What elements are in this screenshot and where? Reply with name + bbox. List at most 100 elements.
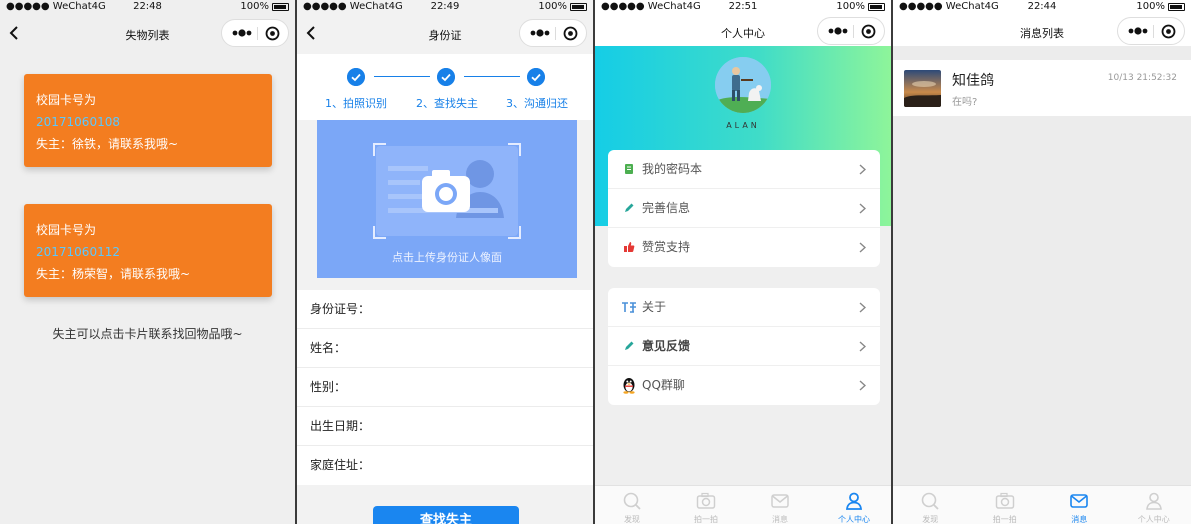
battery-icon bbox=[272, 3, 289, 11]
menu-item-label: 赞赏支持 bbox=[642, 240, 691, 254]
discover-icon bbox=[921, 492, 939, 510]
tab-messages[interactable]: 消息 bbox=[743, 486, 817, 524]
contact-name: 知佳鸽 bbox=[952, 73, 994, 89]
contact-hint: 失主可以点击卡片联系找回物品哦~ bbox=[52, 327, 243, 341]
message-icon bbox=[771, 494, 789, 508]
card-owner: 失主：徐铁，请联系我哦~ bbox=[36, 137, 179, 151]
message-preview: 在吗? bbox=[952, 97, 978, 108]
status-bar: ●●●●● WeChat4G 22:44 100% bbox=[893, 0, 1191, 14]
sunset-photo-icon bbox=[904, 70, 941, 107]
check-icon bbox=[437, 68, 455, 86]
gender-field[interactable]: 性别： bbox=[297, 368, 593, 407]
check-icon bbox=[347, 68, 365, 86]
tab-camera[interactable]: 拍一拍 bbox=[669, 486, 743, 524]
person-icon bbox=[846, 492, 862, 510]
chevron-right-icon bbox=[859, 203, 866, 214]
message-icon bbox=[1070, 494, 1089, 508]
chevron-right-icon bbox=[859, 302, 866, 313]
tab-profile[interactable]: 个人中心 bbox=[817, 486, 891, 524]
lost-item-card[interactable]: 校园卡号为 20171060112 失主：杨荣智，请联系我哦~ bbox=[24, 204, 272, 297]
message-time: 10/13 21:52:32 bbox=[1107, 73, 1177, 83]
menu-item-label: 关于 bbox=[642, 300, 667, 314]
menu-item-donate[interactable]: 赞赏支持 bbox=[608, 228, 880, 267]
more-dots-icon[interactable] bbox=[1127, 25, 1149, 37]
tab-discover[interactable]: 发现 bbox=[893, 486, 968, 524]
chevron-right-icon bbox=[859, 380, 866, 391]
battery-percent: 100% bbox=[538, 1, 567, 12]
tab-label: 消息 bbox=[1071, 515, 1088, 524]
nav-bar: 身份证 bbox=[297, 14, 593, 54]
battery-icon bbox=[1168, 3, 1185, 11]
tab-bar: 发现 拍一拍 消息 个人中心 bbox=[893, 485, 1191, 524]
status-bar: ●●●●● WeChat4G 22:49 100% bbox=[297, 0, 593, 14]
tab-label: 拍一拍 bbox=[992, 515, 1017, 524]
pencil-icon bbox=[625, 341, 634, 350]
card-heading: 校园卡号为 bbox=[36, 223, 97, 237]
birthdate-field[interactable]: 出生日期： bbox=[297, 407, 593, 446]
step-connector bbox=[374, 76, 430, 77]
mini-program-capsule bbox=[1117, 17, 1185, 45]
capsule-divider bbox=[257, 27, 258, 40]
id-info-form: 身份证号： 姓名： 性别： 出生日期： 家庭住址： bbox=[297, 290, 593, 485]
list-item[interactable]: 知佳鸽 在吗? 10/13 21:52:32 bbox=[893, 60, 1191, 116]
tab-camera[interactable]: 拍一拍 bbox=[968, 486, 1043, 524]
more-dots-icon[interactable] bbox=[231, 27, 253, 39]
tab-label: 拍一拍 bbox=[694, 515, 718, 524]
discover-icon bbox=[623, 492, 641, 510]
menu-item-password-book[interactable]: 我的密码本 bbox=[608, 150, 880, 189]
tab-label: 发现 bbox=[922, 515, 939, 524]
profile-screen: ●●●●● WeChat4G 22:51 100% 个人中心 ALAN 我的密码… bbox=[595, 0, 891, 524]
avatar-illustration-icon bbox=[715, 57, 771, 113]
person-icon bbox=[1145, 492, 1162, 510]
mini-program-capsule bbox=[519, 19, 587, 47]
tab-bar: 发现 拍一拍 消息 个人中心 bbox=[595, 485, 891, 524]
id-card-screen: ●●●●● WeChat4G 22:49 100% 身份证 1、拍照识别 2、查… bbox=[297, 0, 593, 524]
camera-icon bbox=[696, 492, 716, 509]
username: ALAN bbox=[726, 121, 760, 130]
upload-instruction: 点击上传身份证人像面 bbox=[392, 251, 502, 264]
tab-profile[interactable]: 个人中心 bbox=[1117, 486, 1191, 524]
chevron-right-icon bbox=[859, 242, 866, 253]
thumbs-up-icon bbox=[624, 242, 635, 252]
menu-item-label: 完善信息 bbox=[642, 201, 691, 215]
battery-percent: 100% bbox=[1136, 1, 1165, 12]
tab-discover[interactable]: 发现 bbox=[595, 486, 669, 524]
tab-label: 个人中心 bbox=[1137, 515, 1170, 524]
id-photo-upload[interactable]: 点击上传身份证人像面 bbox=[317, 120, 577, 278]
card-heading: 校园卡号为 bbox=[36, 93, 97, 107]
avatar bbox=[904, 70, 941, 107]
status-bar: ●●●●● WeChat4G 22:48 100% bbox=[0, 0, 295, 14]
check-icon bbox=[527, 68, 545, 86]
battery-icon bbox=[868, 3, 885, 11]
find-owner-button[interactable]: 查找失主 bbox=[373, 506, 519, 524]
menu-item-label: 意见反馈 bbox=[642, 339, 691, 353]
menu-item-feedback[interactable]: 意见反馈 bbox=[608, 327, 880, 366]
step-label: 3、沟通归还 bbox=[506, 97, 568, 110]
lost-item-card[interactable]: 校园卡号为 20171060108 失主：徐铁，请联系我哦~ bbox=[24, 74, 272, 167]
close-target-icon[interactable] bbox=[265, 26, 280, 41]
capsule-divider bbox=[555, 27, 556, 40]
nav-bar: 失物列表 bbox=[0, 14, 295, 54]
battery-percent: 100% bbox=[240, 1, 269, 12]
menu-item-qq-group[interactable]: QQ群聊 bbox=[608, 366, 880, 405]
mini-program-capsule bbox=[221, 19, 289, 47]
close-target-icon[interactable] bbox=[861, 24, 876, 39]
app-stage: ●●●●● WeChat4G 22:48 100% 失物列表 校园卡号为 201… bbox=[0, 0, 1191, 524]
avatar[interactable] bbox=[715, 57, 771, 113]
address-field[interactable]: 家庭住址： bbox=[297, 446, 593, 485]
menu-group: 关于 意见反馈 QQ群聊 bbox=[608, 288, 880, 405]
close-target-icon[interactable] bbox=[563, 26, 578, 41]
more-dots-icon[interactable] bbox=[827, 25, 849, 37]
id-number-field[interactable]: 身份证号： bbox=[297, 290, 593, 329]
menu-item-about[interactable]: 关于 bbox=[608, 288, 880, 327]
name-field[interactable]: 姓名： bbox=[297, 329, 593, 368]
nav-bar: 消息列表 bbox=[893, 14, 1191, 46]
id-card-illustration-icon bbox=[373, 143, 521, 239]
chevron-right-icon bbox=[859, 164, 866, 175]
close-target-icon[interactable] bbox=[1161, 24, 1176, 39]
tab-messages[interactable]: 消息 bbox=[1042, 486, 1117, 524]
menu-item-complete-info[interactable]: 完善信息 bbox=[608, 189, 880, 228]
status-bar: ●●●●● WeChat4G 22:51 100% bbox=[595, 0, 891, 14]
more-dots-icon[interactable] bbox=[529, 27, 551, 39]
nav-bar: 个人中心 bbox=[595, 14, 891, 46]
